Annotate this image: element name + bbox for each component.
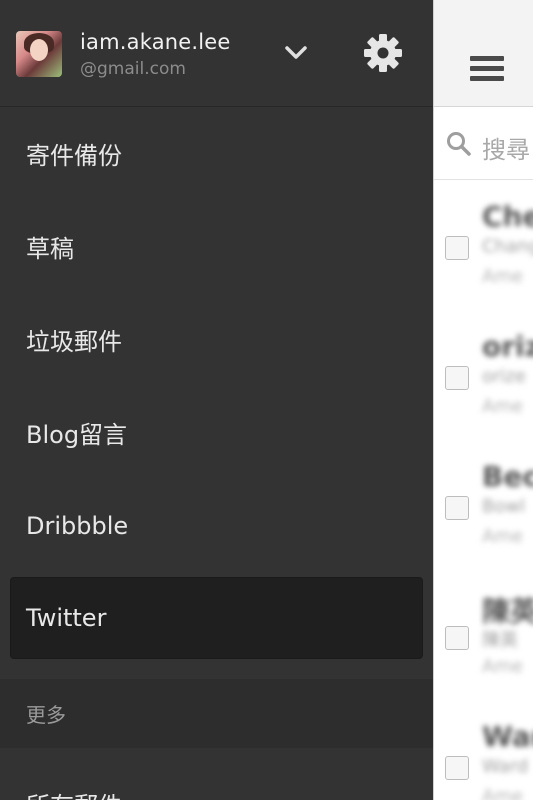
list-item[interactable]: Ward Ward Ame	[434, 700, 533, 800]
mail-sender: Ward	[482, 720, 533, 753]
menu-item-drafts[interactable]: 草稿	[0, 200, 433, 293]
avatar-face	[30, 39, 48, 61]
mail-snippet: Ame	[482, 266, 523, 287]
mail-sender: 陳英	[482, 595, 533, 628]
mail-subject: orize	[482, 366, 526, 387]
account-name: iam.akane.lee	[80, 30, 231, 54]
list-item[interactable]: Beck Bowl Ame	[434, 440, 533, 571]
menu-item-label: Twitter	[26, 604, 107, 632]
section-header-label: 更多	[26, 703, 66, 727]
menu-item-label: 垃圾郵件	[26, 328, 122, 356]
chevron-down-icon[interactable]	[282, 40, 310, 64]
mail-snippet: Ame	[482, 396, 523, 417]
menu-item-label: Dribbble	[26, 511, 129, 540]
mail-subject: 陳英	[482, 630, 518, 651]
menu-item-blog-comments[interactable]: Blog留言	[0, 386, 433, 479]
list-item[interactable]: 陳英 陳英 Ame	[434, 570, 533, 701]
account-header[interactable]: iam.akane.lee @gmail.com	[0, 0, 433, 107]
menu-item-label: 草稿	[26, 235, 74, 263]
menu-item-label: 寄件備份	[26, 142, 122, 170]
mail-subject: Chang	[482, 236, 533, 257]
gear-icon[interactable]	[362, 32, 404, 74]
mail-sender: Beck	[482, 460, 533, 493]
search-icon	[447, 132, 471, 156]
row-checkbox[interactable]	[445, 236, 469, 260]
mail-sender: Che	[482, 200, 533, 233]
search-placeholder: 搜尋	[482, 136, 530, 164]
row-checkbox[interactable]	[445, 626, 469, 650]
list-item[interactable]: oriz orize Ame	[434, 310, 533, 441]
account-domain: @gmail.com	[80, 59, 186, 79]
mail-subject: Bowl	[482, 496, 526, 517]
menu-item-label: Blog留言	[26, 421, 128, 449]
search-bar[interactable]: 搜尋	[434, 107, 533, 180]
avatar[interactable]	[16, 31, 62, 77]
menu-item-dribbble[interactable]: Dribbble	[0, 479, 433, 572]
section-header-more: 更多	[0, 679, 433, 748]
mail-snippet: Ame	[482, 656, 523, 677]
top-bar	[434, 0, 533, 107]
hamburger-menu-icon[interactable]	[470, 56, 504, 84]
mail-subject: Ward	[482, 756, 529, 777]
menu-item-spam[interactable]: 垃圾郵件	[0, 293, 433, 386]
menu-item-all-mail[interactable]: 所有郵件	[26, 786, 122, 800]
list-item[interactable]: Che Chang Ame	[434, 180, 533, 311]
menu-item-twitter[interactable]: Twitter	[11, 578, 422, 658]
mail-sender: oriz	[482, 330, 533, 363]
row-checkbox[interactable]	[445, 756, 469, 780]
navigation-drawer: iam.akane.lee @gmail.com 寄件備份 草稿 垃圾郵件 Bl…	[0, 0, 433, 800]
mail-snippet: Ame	[482, 526, 523, 547]
row-checkbox[interactable]	[445, 366, 469, 390]
mail-list-panel: 搜尋 Che Chang Ame oriz orize Ame Beck Bow…	[433, 0, 533, 800]
row-checkbox[interactable]	[445, 496, 469, 520]
mail-snippet: Ame	[482, 786, 523, 800]
menu-item-sent[interactable]: 寄件備份	[0, 107, 433, 200]
label-menu: 寄件備份 草稿 垃圾郵件 Blog留言 Dribbble Twitter	[0, 107, 433, 665]
